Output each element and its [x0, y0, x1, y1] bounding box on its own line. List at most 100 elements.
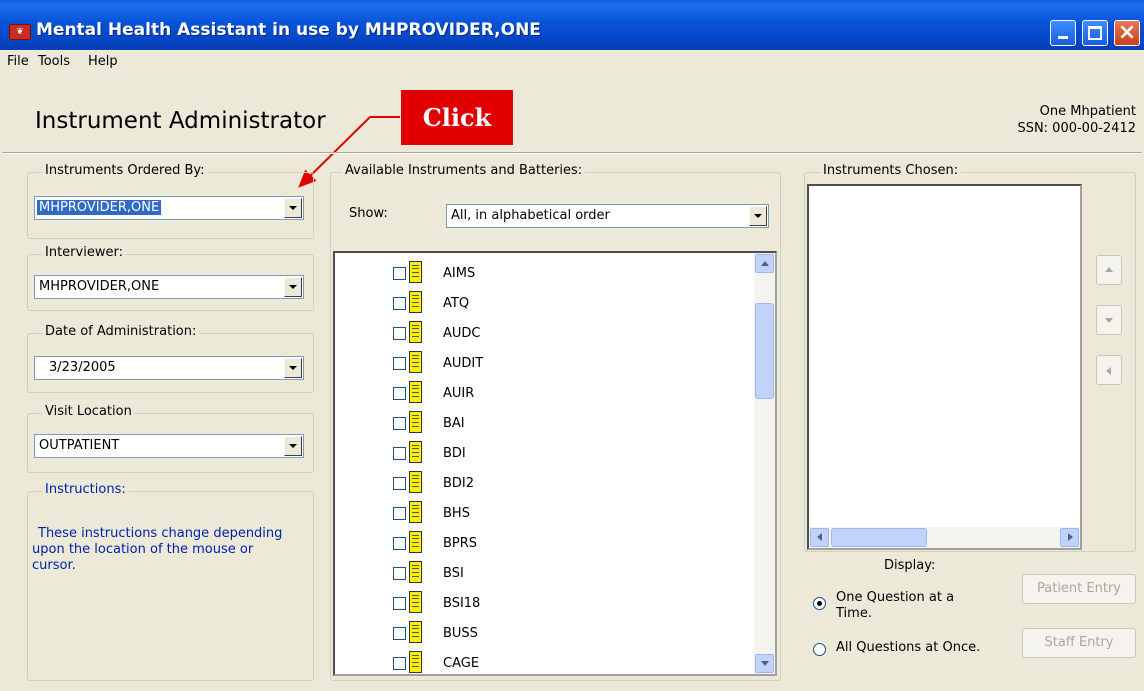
- instructions-group: [27, 491, 314, 681]
- instrument-checkbox[interactable]: [393, 357, 406, 370]
- ordered-by-combo[interactable]: MHPROVIDER,ONE: [34, 196, 304, 220]
- show-label: Show:: [349, 206, 388, 221]
- scroll-up-button[interactable]: [755, 254, 774, 273]
- instrument-checkbox[interactable]: [393, 507, 406, 520]
- list-item[interactable]: AIMS: [335, 259, 755, 289]
- arrow-down-icon: [761, 661, 769, 666]
- all-questions-label[interactable]: All Questions at Once.: [836, 640, 980, 655]
- document-icon: [409, 561, 422, 583]
- list-item[interactable]: ATQ: [335, 289, 755, 319]
- menu-tools[interactable]: Tools: [38, 54, 70, 69]
- scroll-left-button[interactable]: [810, 528, 829, 547]
- list-item[interactable]: BAI: [335, 409, 755, 439]
- instrument-label: BDI2: [443, 476, 475, 491]
- staff-entry-button[interactable]: Staff Entry: [1022, 628, 1136, 658]
- move-down-button[interactable]: [1096, 305, 1122, 335]
- horizontal-scroll-thumb[interactable]: [831, 528, 927, 547]
- list-item[interactable]: BPRS: [335, 529, 755, 559]
- list-item[interactable]: BHS: [335, 499, 755, 529]
- instrument-checkbox[interactable]: [393, 447, 406, 460]
- document-icon: [409, 651, 422, 673]
- close-button[interactable]: ×: [1114, 20, 1140, 46]
- move-up-button[interactable]: [1096, 255, 1122, 285]
- scroll-thumb[interactable]: [755, 303, 774, 399]
- instrument-checkbox[interactable]: [393, 327, 406, 340]
- instrument-label: CAGE: [443, 656, 480, 671]
- one-question-label[interactable]: One Question at a Time.: [836, 590, 986, 622]
- interviewer-combo[interactable]: MHPROVIDER,ONE: [34, 275, 304, 299]
- location-value: OUTPATIENT: [39, 438, 120, 453]
- instrument-checkbox[interactable]: [393, 567, 406, 580]
- chosen-horizontal-scrollbar[interactable]: [809, 527, 1080, 548]
- page-title: Instrument Administrator: [35, 108, 326, 134]
- remove-instrument-button[interactable]: [1096, 355, 1122, 385]
- available-instruments-label: Available Instruments and Batteries:: [342, 163, 586, 178]
- patient-entry-button[interactable]: Patient Entry: [1022, 574, 1136, 604]
- interviewer-value: MHPROVIDER,ONE: [39, 279, 160, 294]
- chevron-down-icon: [754, 214, 762, 218]
- minimize-icon: [1058, 36, 1068, 39]
- location-label: Visit Location: [42, 404, 135, 419]
- document-icon: [409, 321, 422, 343]
- instrument-checkbox[interactable]: [393, 597, 406, 610]
- instruments-chosen-list[interactable]: [807, 184, 1082, 550]
- document-icon: [409, 381, 422, 403]
- document-icon: [409, 531, 422, 553]
- instrument-checkbox[interactable]: [393, 417, 406, 430]
- instrument-label: BSI18: [443, 596, 481, 611]
- location-dropdown-button[interactable]: [284, 436, 302, 456]
- instrument-checkbox[interactable]: [393, 387, 406, 400]
- instrument-checkbox[interactable]: [393, 267, 406, 280]
- show-filter-combo[interactable]: All, in alphabetical order: [446, 204, 769, 228]
- list-item[interactable]: BDI2: [335, 469, 755, 499]
- document-icon: [409, 471, 422, 493]
- list-item[interactable]: BUSS: [335, 619, 755, 649]
- instrument-checkbox[interactable]: [393, 537, 406, 550]
- instrument-checkbox[interactable]: [393, 297, 406, 310]
- minimize-button[interactable]: [1050, 20, 1076, 46]
- one-question-radio[interactable]: [813, 597, 826, 610]
- all-questions-radio[interactable]: [813, 643, 826, 656]
- app-icon[interactable]: ❦: [9, 24, 31, 40]
- list-item[interactable]: AUIR: [335, 379, 755, 409]
- document-icon: [409, 591, 422, 613]
- menu-help[interactable]: Help: [88, 54, 118, 69]
- instrument-checkbox[interactable]: [393, 627, 406, 640]
- scroll-down-button[interactable]: [755, 654, 774, 673]
- window-title: Mental Health Assistant in use by MHPROV…: [36, 20, 541, 40]
- title-bar[interactable]: ❦ Mental Health Assistant in use by MHPR…: [0, 0, 1144, 50]
- chevron-down-icon: [289, 366, 297, 370]
- date-dropdown-button[interactable]: [284, 358, 302, 378]
- instrument-label: AUDIT: [443, 356, 484, 371]
- maximize-button[interactable]: [1082, 20, 1108, 46]
- chevron-down-icon: [289, 444, 297, 448]
- ordered-by-dropdown-button[interactable]: [284, 198, 302, 218]
- instrument-label: BHS: [443, 506, 470, 521]
- list-vertical-scrollbar[interactable]: [754, 253, 775, 674]
- document-icon: [409, 411, 422, 433]
- list-item[interactable]: AUDIT: [335, 349, 755, 379]
- document-icon: [409, 261, 422, 283]
- list-item[interactable]: BSI: [335, 559, 755, 589]
- instrument-checkbox[interactable]: [393, 657, 406, 670]
- menu-bar: File Tools Help: [0, 50, 1144, 76]
- available-instruments-list[interactable]: AIMS ATQ AUDC AUDIT AUIR BAI BDI BDI2 BHS BPRS BSI…: [333, 251, 777, 676]
- header-separator: [2, 152, 1142, 154]
- location-combo[interactable]: OUTPATIENT: [34, 434, 304, 458]
- date-combo[interactable]: 3/23/2005: [34, 356, 304, 380]
- interviewer-dropdown-button[interactable]: [284, 277, 302, 297]
- menu-file[interactable]: File: [7, 54, 29, 69]
- instrument-label: ATQ: [443, 296, 470, 311]
- document-icon: [409, 621, 422, 643]
- list-item[interactable]: CAGE: [335, 649, 755, 674]
- list-item[interactable]: AUDC: [335, 319, 755, 349]
- instrument-checkbox[interactable]: [393, 477, 406, 490]
- arrow-left-icon: [817, 533, 822, 541]
- date-label: Date of Administration:: [42, 324, 200, 339]
- scroll-right-button[interactable]: [1060, 528, 1079, 547]
- instrument-label: BPRS: [443, 536, 478, 551]
- show-filter-dropdown-button[interactable]: [749, 206, 767, 226]
- list-item[interactable]: BSI18: [335, 589, 755, 619]
- document-icon: [409, 351, 422, 373]
- list-item[interactable]: BDI: [335, 439, 755, 469]
